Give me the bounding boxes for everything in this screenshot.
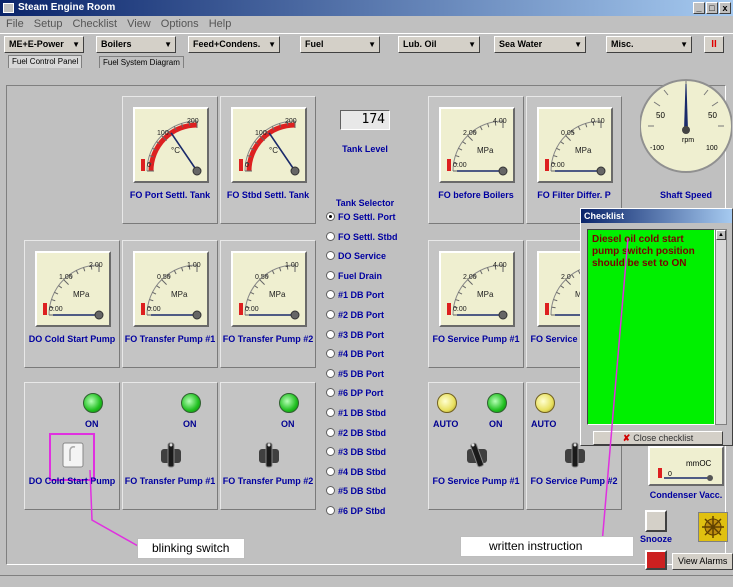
annotation-written-instruction: written instruction <box>460 536 634 557</box>
annotation-lines <box>89 237 629 547</box>
annotation-blinking-switch: blinking switch <box>137 538 245 559</box>
status-bar <box>0 575 733 587</box>
